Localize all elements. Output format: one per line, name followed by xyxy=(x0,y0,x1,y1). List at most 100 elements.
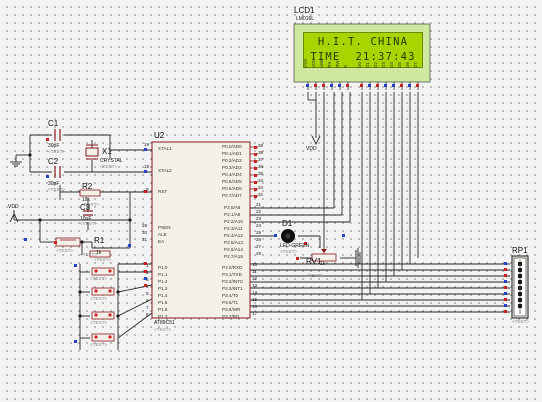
rp1-text-placeholder: <TEXT> xyxy=(512,319,530,324)
pin-name: P1.7 xyxy=(158,314,168,319)
pin-number: 17 xyxy=(252,311,258,316)
pin-name: P0.1/AD1 xyxy=(222,151,242,156)
pin-number: 13 xyxy=(252,283,258,288)
push-button-1[interactable] xyxy=(91,267,115,276)
pin-number: 34 xyxy=(258,178,264,183)
pin-name: P1.1 xyxy=(158,272,168,277)
lcd-pin-label: D2 xyxy=(373,62,378,68)
pin-number: 35 xyxy=(258,171,264,176)
pin-number: 11 xyxy=(252,269,257,274)
d1-text-placeholder: <TEXT> xyxy=(280,249,298,254)
pin-number: 36 xyxy=(258,164,264,169)
button-text-placeholder: <TEXT> xyxy=(90,296,108,301)
rv1-value-label: 1k xyxy=(320,261,326,267)
pin-name: P3.5/T1 xyxy=(222,300,239,305)
pin-name: XTAL2 xyxy=(158,168,172,173)
pin-number: 5 xyxy=(146,291,149,296)
schematic-canvas[interactable]: H.I.T. CHINA TIME 21:37:43 LCD1 LM016L V… xyxy=(0,0,542,402)
push-button-4[interactable] xyxy=(91,333,115,342)
r1-text-placeholder: <TEXT> xyxy=(94,257,112,262)
lcd-ref-label: LCD1 xyxy=(294,6,315,15)
pin-name: P3.1/TXD xyxy=(222,272,242,277)
button-text-placeholder: <TEXT> xyxy=(90,320,108,325)
pin-name: P0.0/AD0 xyxy=(222,144,242,149)
lcd-pin-label: D7 xyxy=(413,62,418,68)
pin-name: ALE xyxy=(158,232,167,237)
pin-name: P3.3/INT1 xyxy=(222,286,243,291)
lcd-pin-label: D5 xyxy=(397,62,402,68)
capacitor-c1[interactable] xyxy=(54,129,61,141)
pin-number: 30 xyxy=(142,230,148,235)
reset-button[interactable] xyxy=(55,237,81,247)
lcd-pin-label: D3 xyxy=(381,62,386,68)
pin-name: P0.3/AD3 xyxy=(222,165,242,170)
pin-name: XTAL1 xyxy=(158,146,172,151)
lcd-pin-label: VSS xyxy=(303,58,308,68)
capacitor-c2[interactable] xyxy=(54,166,61,178)
pin-name: P2.6/A14 xyxy=(224,247,243,252)
pin-name: PSEN xyxy=(158,225,171,230)
button-text-placeholder: <TEXT> xyxy=(90,342,108,347)
c1-text-placeholder: <TEXT> xyxy=(48,149,66,154)
c3-text-placeholder: <TEXT> xyxy=(80,221,98,226)
pin-name: P1.2 xyxy=(158,279,168,284)
pin-name: P2.1/A9 xyxy=(224,212,241,217)
junction-dots xyxy=(28,153,132,318)
pin-name: P0.6/AD6 xyxy=(222,186,242,191)
pin-name: P3.7/RD xyxy=(222,314,240,319)
pin-name: P1.4 xyxy=(158,293,168,298)
push-button-3[interactable] xyxy=(91,311,115,320)
push-button-2[interactable] xyxy=(91,287,115,296)
pin-number: 37 xyxy=(258,157,264,162)
pin-name: P1.6 xyxy=(158,307,168,312)
pin-name: P3.4/T0 xyxy=(222,293,239,298)
pin-number: 39 xyxy=(258,143,264,148)
lcd-pin-label: D6 xyxy=(405,62,410,68)
pin-name: P2.3/A11 xyxy=(224,226,243,231)
pin-number: 32 xyxy=(258,192,264,197)
vdd-label-left: VDD xyxy=(8,204,19,210)
x1-text-placeholder: <TEXT> xyxy=(100,164,118,169)
pin-number: 23 xyxy=(256,216,262,221)
pin-number: 12 xyxy=(252,276,258,281)
pin-number: 16 xyxy=(252,304,258,309)
pin-number: 29 xyxy=(142,223,148,228)
pin-number: 27 xyxy=(256,244,262,249)
pin-name: P2.0/A8 xyxy=(224,205,241,210)
pin-number: 7 xyxy=(146,305,149,310)
pin-number: 26 xyxy=(256,237,262,242)
c2-ref-label: C2 xyxy=(48,157,59,166)
pin-name: P2.5/A13 xyxy=(224,240,243,245)
vdd-label-mid: VDD xyxy=(306,146,317,152)
pin-number: 6 xyxy=(146,298,149,303)
lcd-pin-label: D4 xyxy=(389,62,394,68)
pin-name: P2.4/A12 xyxy=(224,233,243,238)
pin-number: 15 xyxy=(252,297,258,302)
pin-name: P1.3 xyxy=(158,286,168,291)
button-text-placeholder: <TEXT> xyxy=(80,252,98,257)
pin-number: 9 xyxy=(146,187,149,192)
resistor-pack-rp1[interactable] xyxy=(511,255,529,319)
pin-name: P1.0 xyxy=(158,265,168,270)
pin-number: 25 xyxy=(256,230,262,235)
lcd-line-1: H.I.T. CHINA xyxy=(317,36,409,48)
led-d1[interactable] xyxy=(281,229,295,243)
button-text-placeholder: <TEXT> xyxy=(56,248,74,253)
pin-number: 8 xyxy=(146,312,149,317)
pin-number: 1 xyxy=(146,263,149,268)
pin-number: 38 xyxy=(258,150,264,155)
ground-symbol-left xyxy=(10,155,22,167)
pin-name: P0.5/AD5 xyxy=(222,179,242,184)
pin-state-markers xyxy=(24,84,507,343)
pin-number: 28 xyxy=(256,251,262,256)
r2-ref-label: R2 xyxy=(82,182,93,191)
c3-ref-label: C3 xyxy=(80,203,91,212)
pin-number: 4 xyxy=(146,284,149,289)
ground-symbol-rv1 xyxy=(355,248,361,268)
pin-name: P0.4/AD4 xyxy=(222,172,242,177)
pin-name: P0.2/AD2 xyxy=(222,158,242,163)
pin-number: 31 xyxy=(142,237,148,242)
lcd-model-label: LM016L xyxy=(296,16,315,22)
pin-name: P2.7/A15 xyxy=(224,254,243,259)
c1-ref-label: C1 xyxy=(48,119,59,128)
